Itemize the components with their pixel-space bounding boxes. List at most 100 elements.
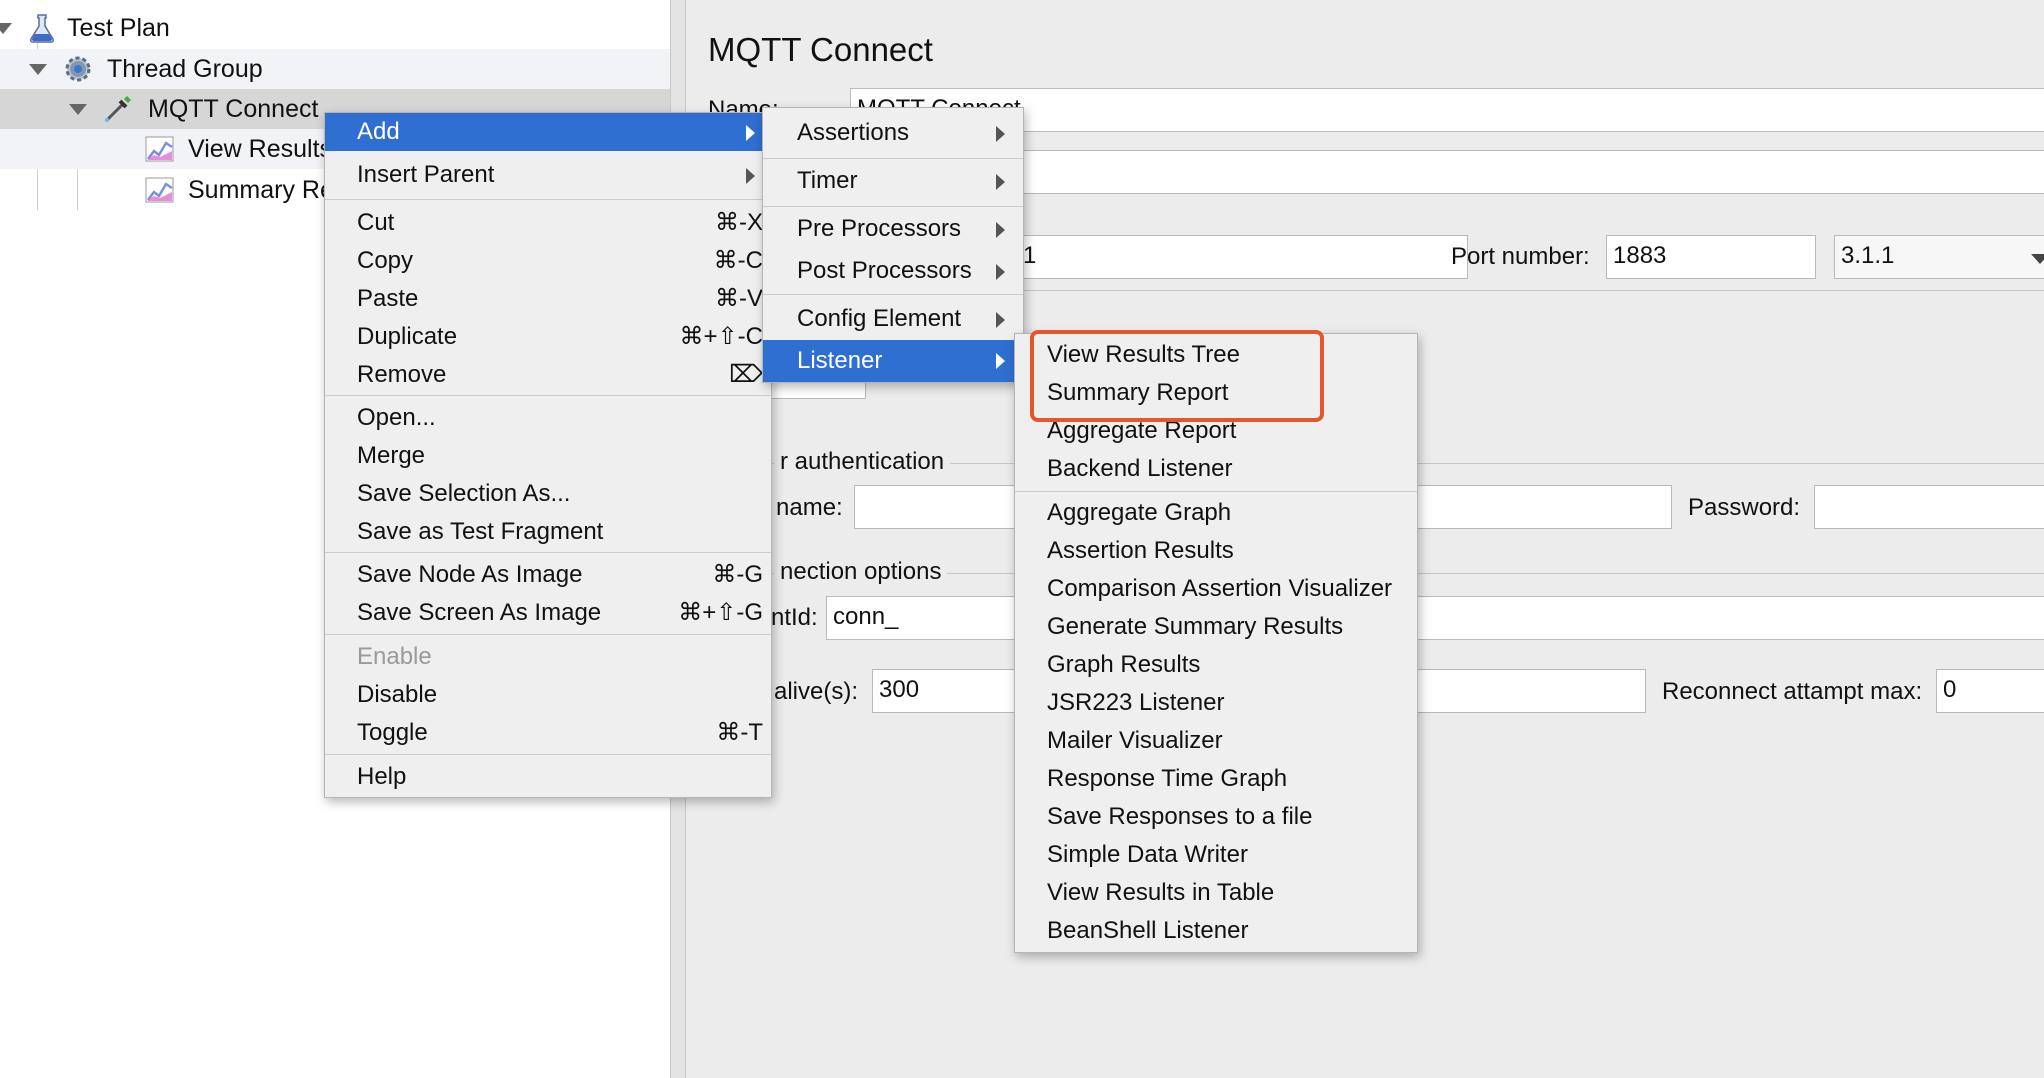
context-menu: Add Insert Parent Cut ⌘-X Copy ⌘-C Paste… bbox=[324, 112, 772, 798]
listener-item-response-time-graph[interactable]: Response Time Graph bbox=[1015, 760, 1417, 798]
tree-item-thread-group[interactable]: Thread Group bbox=[0, 49, 670, 89]
menu-item-save-as-test-fragment[interactable]: Save as Test Fragment bbox=[325, 513, 771, 551]
menu-item-label: Insert Parent bbox=[357, 161, 495, 188]
submenu-item-listener[interactable]: Listener bbox=[763, 340, 1023, 382]
mqtt-version-value: 3.1.1 bbox=[1841, 242, 1895, 269]
menu-item-label: Cut bbox=[357, 209, 395, 236]
menu-item-label: Post Processors bbox=[797, 257, 972, 284]
menu-item-label: Save Screen As Image bbox=[357, 599, 602, 626]
flask-icon bbox=[30, 14, 54, 43]
submenu-item-pre-processors[interactable]: Pre Processors bbox=[763, 210, 1023, 248]
menu-item-label: Save as Test Fragment bbox=[357, 518, 604, 545]
menu-item-save-selection-as[interactable]: Save Selection As... bbox=[325, 475, 771, 513]
menu-item-duplicate[interactable]: Duplicate ⌘+⇧-C bbox=[325, 318, 771, 356]
password-field[interactable] bbox=[1814, 485, 2044, 529]
menu-item-label: Comparison Assertion Visualizer bbox=[1047, 575, 1393, 602]
menu-item-label: BeanShell Listener bbox=[1047, 917, 1249, 944]
menu-item-label: Simple Data Writer bbox=[1047, 841, 1248, 868]
menu-item-label: JSR223 Listener bbox=[1047, 689, 1225, 716]
listener-item-comparison-assertion-visualizer[interactable]: Comparison Assertion Visualizer bbox=[1015, 570, 1417, 608]
clientid-field[interactable]: conn_ bbox=[826, 596, 2044, 640]
port-field[interactable]: 1883 bbox=[1606, 235, 1816, 279]
chevron-down-icon bbox=[2031, 254, 2044, 264]
menu-item-paste[interactable]: Paste ⌘-V bbox=[325, 280, 771, 318]
submenu-item-config-element[interactable]: Config Element bbox=[763, 300, 1023, 338]
chevron-right-icon bbox=[996, 126, 1005, 142]
listener-item-view-results-in-table[interactable]: View Results in Table bbox=[1015, 874, 1417, 912]
menu-separator bbox=[325, 395, 771, 396]
menu-separator bbox=[325, 199, 771, 200]
tree-item-label: Test Plan bbox=[67, 14, 170, 42]
listener-item-aggregate-graph[interactable]: Aggregate Graph bbox=[1015, 494, 1417, 532]
listener-item-simple-data-writer[interactable]: Simple Data Writer bbox=[1015, 836, 1417, 874]
menu-item-shortcut: ⌘-V bbox=[715, 285, 763, 312]
chevron-right-icon bbox=[996, 312, 1005, 328]
menu-item-disable[interactable]: Disable bbox=[325, 676, 771, 714]
menu-separator bbox=[325, 552, 771, 553]
menu-item-shortcut: ⌘-T bbox=[716, 719, 763, 746]
expand-icon[interactable] bbox=[0, 23, 12, 34]
keepalive-label: alive(s): bbox=[774, 678, 859, 705]
menu-item-shortcut: ⌘+⇧-G bbox=[678, 599, 763, 626]
menu-item-open[interactable]: Open... bbox=[325, 399, 771, 437]
menu-item-insert-parent[interactable]: Insert Parent bbox=[325, 156, 771, 194]
menu-separator bbox=[1015, 491, 1417, 492]
menu-item-add[interactable]: Add bbox=[325, 113, 771, 151]
tree-item-label: MQTT Connect bbox=[148, 95, 319, 123]
menu-separator bbox=[763, 294, 1023, 295]
menu-item-shortcut: ⌘-C bbox=[713, 247, 763, 274]
menu-item-save-screen-as-image[interactable]: Save Screen As Image ⌘+⇧-G bbox=[325, 594, 771, 632]
chevron-right-icon bbox=[746, 125, 755, 141]
username-label: name: bbox=[776, 494, 843, 521]
auth-section-title: r authentication bbox=[774, 447, 951, 477]
listener-item-graph-results[interactable]: Graph Results bbox=[1015, 646, 1417, 684]
delete-key-icon: ⌦ bbox=[729, 361, 763, 388]
menu-item-help[interactable]: Help bbox=[325, 758, 771, 796]
name-field[interactable]: MQTT Connect bbox=[850, 88, 2044, 132]
menu-item-remove[interactable]: Remove ⌦ bbox=[325, 356, 771, 394]
server-field[interactable]: 1 bbox=[1016, 235, 1468, 279]
menu-item-label: Save Selection As... bbox=[357, 480, 571, 507]
menu-item-enable: Enable bbox=[325, 638, 771, 676]
listener-item-save-responses-to-a-file[interactable]: Save Responses to a file bbox=[1015, 798, 1417, 836]
mqtt-version-select[interactable]: 3.1.1 bbox=[1834, 235, 2044, 279]
page-title: MQTT Connect bbox=[708, 31, 933, 68]
password-label: Password: bbox=[1688, 494, 1801, 521]
connection-section-title: nection options bbox=[774, 557, 948, 587]
menu-item-label: Enable bbox=[357, 643, 432, 670]
comments-field[interactable] bbox=[850, 150, 2044, 194]
menu-item-label: Mailer Visualizer bbox=[1047, 727, 1223, 754]
annotation-highlight-box bbox=[1030, 330, 1324, 422]
menu-item-label: Pre Processors bbox=[797, 215, 962, 242]
submenu-item-timer[interactable]: Timer bbox=[763, 162, 1023, 200]
submenu-item-assertions[interactable]: Assertions bbox=[763, 114, 1023, 152]
submenu-item-post-processors[interactable]: Post Processors bbox=[763, 252, 1023, 290]
tree-item-test-plan[interactable]: Test Plan bbox=[0, 8, 670, 48]
menu-item-label: Remove bbox=[357, 361, 447, 388]
menu-item-label: Assertions bbox=[797, 119, 910, 146]
chevron-right-icon bbox=[996, 174, 1005, 190]
menu-item-label: Assertion Results bbox=[1047, 537, 1234, 564]
listener-item-assertion-results[interactable]: Assertion Results bbox=[1015, 532, 1417, 570]
menu-item-copy[interactable]: Copy ⌘-C bbox=[325, 242, 771, 280]
menu-item-label: Merge bbox=[357, 442, 426, 469]
menu-item-label: Help bbox=[357, 763, 407, 790]
reconnect-field[interactable]: 0 bbox=[1936, 669, 2044, 713]
menu-item-label: Timer bbox=[797, 167, 858, 194]
expand-icon[interactable] bbox=[69, 104, 87, 115]
menu-item-merge[interactable]: Merge bbox=[325, 437, 771, 475]
menu-item-cut[interactable]: Cut ⌘-X bbox=[325, 204, 771, 242]
menu-item-toggle[interactable]: Toggle ⌘-T bbox=[325, 714, 771, 752]
listener-item-beanshell-listener[interactable]: BeanShell Listener bbox=[1015, 912, 1417, 950]
listener-item-mailer-visualizer[interactable]: Mailer Visualizer bbox=[1015, 722, 1417, 760]
tree-item-label: View Results bbox=[188, 135, 333, 163]
listener-item-backend-listener[interactable]: Backend Listener bbox=[1015, 450, 1417, 488]
menu-item-label: Generate Summary Results bbox=[1047, 613, 1344, 640]
listener-item-generate-summary-results[interactable]: Generate Summary Results bbox=[1015, 608, 1417, 646]
expand-icon[interactable] bbox=[29, 64, 47, 75]
menu-item-save-node-as-image[interactable]: Save Node As Image ⌘-G bbox=[325, 556, 771, 594]
menu-item-shortcut: ⌘-G bbox=[712, 561, 763, 588]
menu-item-label: Toggle bbox=[357, 719, 428, 746]
graph-icon bbox=[145, 177, 174, 203]
listener-item-jsr223-listener[interactable]: JSR223 Listener bbox=[1015, 684, 1417, 722]
